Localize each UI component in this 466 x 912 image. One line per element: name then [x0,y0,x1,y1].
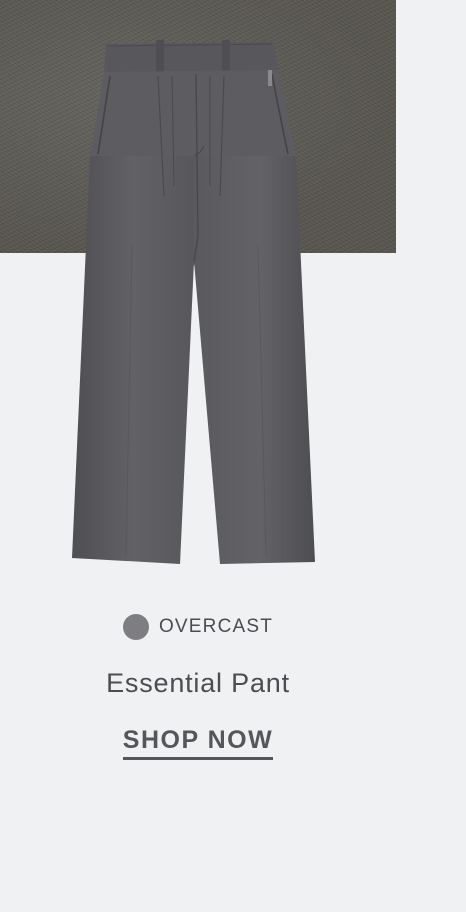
shop-now-container: SHOP NOW [0,726,396,760]
color-name-label: OVERCAST [158,616,274,637]
color-swatch-dot[interactable] [122,614,149,640]
product-title[interactable]: Essential Pant [0,668,396,699]
product-image[interactable] [60,36,330,566]
shop-now-link[interactable]: SHOP NOW [122,726,274,760]
color-selector[interactable]: OVERCAST [0,614,396,640]
